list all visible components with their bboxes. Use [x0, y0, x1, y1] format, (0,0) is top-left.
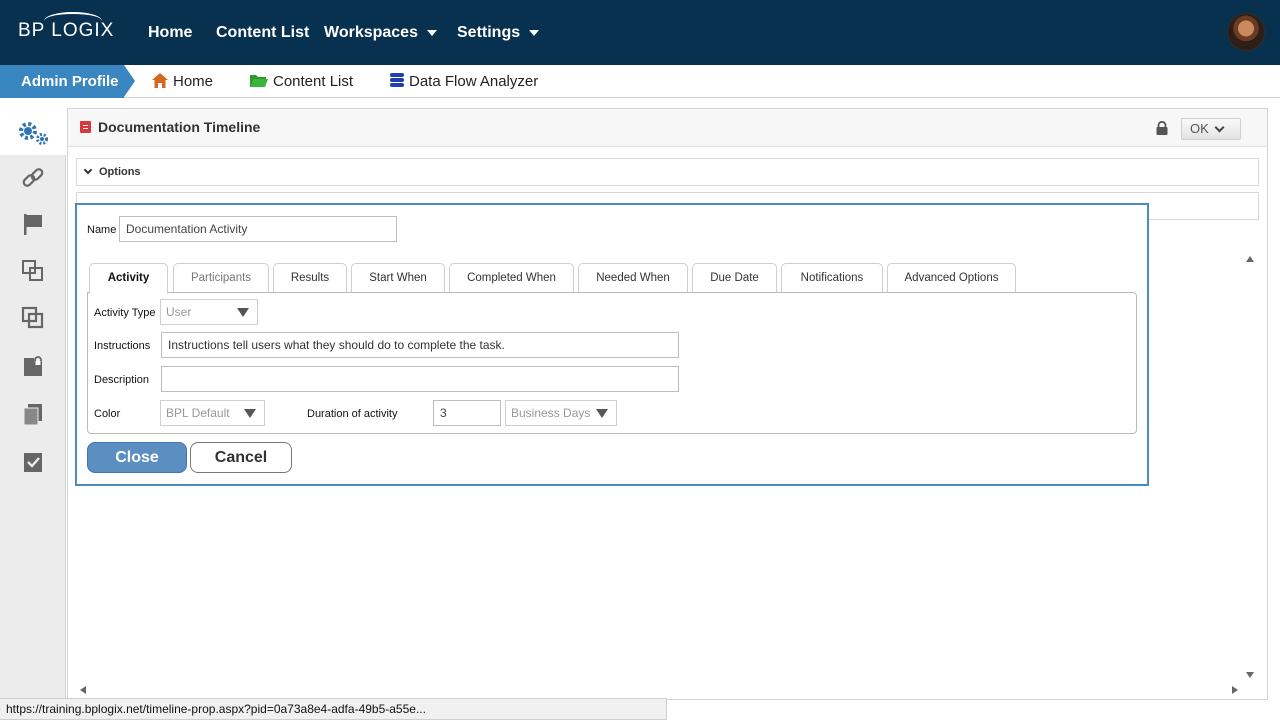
instructions-input[interactable]: Instructions tell users what they should…	[161, 332, 679, 358]
tab-activity[interactable]: Activity	[89, 263, 168, 294]
tab-start-when[interactable]: Start When	[351, 263, 445, 293]
breadcrumb-admin-label: Admin Profile	[21, 73, 119, 90]
bplogix-logo[interactable]: BP LOGIX	[18, 12, 114, 42]
breadcrumb-home-label: Home	[173, 73, 214, 90]
link-icon[interactable]	[21, 166, 45, 190]
duration-label: Duration of activity	[307, 408, 398, 420]
tab-advanced-options[interactable]: Advanced Options	[887, 263, 1016, 293]
dropdown-arrow-icon	[596, 409, 608, 418]
user-avatar[interactable]	[1227, 13, 1265, 51]
tab-advanced-options-label: Advanced Options	[904, 272, 999, 284]
dropdown-arrow-icon	[237, 308, 249, 317]
scroll-right-arrow[interactable]	[1232, 686, 1238, 694]
chevron-down-icon	[529, 29, 540, 36]
gears-icon[interactable]	[16, 119, 50, 147]
logo-swoosh	[44, 12, 102, 30]
top-nav: BP LOGIX Home Content List Workspaces Se…	[0, 0, 1280, 65]
scroll-left-arrow[interactable]	[80, 686, 86, 694]
folder-icon	[250, 74, 268, 87]
breadcrumb-content-list-label: Content List	[273, 73, 354, 90]
tab-results[interactable]: Results	[273, 263, 347, 293]
nav-home[interactable]: Home	[148, 24, 192, 42]
database-icon	[390, 73, 404, 88]
tab-notifications[interactable]: Notifications	[781, 263, 883, 293]
document-icon	[80, 121, 91, 133]
nav-home-label: Home	[148, 24, 193, 41]
activity-type-select[interactable]: User	[160, 299, 258, 325]
home-icon	[152, 72, 168, 88]
tab-start-when-label: Start When	[369, 272, 427, 284]
duration-unit-value: Business Days	[511, 406, 591, 420]
nav-workspaces-label: Workspaces	[324, 24, 418, 41]
overlap-icon[interactable]	[21, 306, 45, 330]
accordion-options[interactable]: Options	[76, 158, 1259, 186]
ok-dropdown-button[interactable]: OK	[1181, 118, 1241, 140]
nav-settings[interactable]: Settings	[457, 24, 540, 42]
chevron-down-icon	[426, 29, 437, 36]
name-input[interactable]: Documentation Activity	[119, 216, 397, 242]
nav-settings-label: Settings	[457, 24, 521, 41]
documents-icon[interactable]	[21, 402, 45, 426]
checklist-icon[interactable]	[21, 450, 45, 474]
panel-title: Documentation Timeline	[98, 119, 261, 135]
duration-unit-select[interactable]: Business Days	[505, 400, 617, 426]
breadcrumb: Admin Profile Home Content List Data Flo…	[0, 65, 1280, 98]
activity-tab-panel: Activity Type User Instructions Instruct…	[87, 292, 1137, 434]
scroll-up-arrow[interactable]	[1246, 256, 1254, 262]
status-url: https://training.bplogix.net/timeline-pr…	[6, 702, 426, 716]
tab-due-date-label: Due Date	[710, 272, 759, 284]
tab-completed-when[interactable]: Completed When	[449, 263, 574, 293]
breadcrumb-data-flow-label: Data Flow Analyzer	[409, 73, 539, 90]
color-label: Color	[94, 408, 121, 420]
tab-needed-when[interactable]: Needed When	[578, 263, 688, 293]
panel-header: Documentation Timeline OK	[68, 109, 1267, 147]
accordion-options-label: Options	[99, 166, 141, 178]
color-value: BPL Default	[166, 406, 230, 420]
instructions-label: Instructions	[94, 340, 151, 352]
tab-completed-when-label: Completed When	[467, 272, 556, 284]
color-select[interactable]: BPL Default	[160, 400, 265, 426]
close-button[interactable]: Close	[87, 442, 187, 473]
tab-results-label: Results	[290, 272, 330, 284]
tab-participants[interactable]: Participants	[173, 263, 269, 293]
nav-workspaces[interactable]: Workspaces	[324, 24, 437, 42]
left-sidebar	[0, 108, 66, 720]
chevron-down-icon	[83, 165, 93, 175]
breadcrumb-data-flow-analyzer[interactable]: Data Flow Analyzer	[389, 65, 538, 98]
lock-icon[interactable]	[1156, 121, 1168, 135]
browser-status-bar: https://training.bplogix.net/timeline-pr…	[0, 698, 667, 720]
description-label: Description	[94, 374, 150, 386]
name-label: Name	[87, 224, 117, 236]
tab-needed-when-label: Needed When	[596, 272, 670, 284]
activity-type-label: Activity Type	[94, 307, 156, 319]
tab-due-date[interactable]: Due Date	[692, 263, 777, 293]
nav-content-list-label: Content List	[216, 24, 310, 41]
activity-type-value: User	[166, 305, 192, 319]
flag-icon[interactable]	[21, 212, 45, 236]
duration-input[interactable]: 3	[433, 400, 501, 426]
breadcrumb-content-list[interactable]: Content List	[249, 65, 353, 98]
breadcrumb-admin-profile[interactable]: Admin Profile	[0, 65, 135, 98]
copy-icon[interactable]	[21, 259, 45, 283]
nav-content-list[interactable]: Content List	[216, 24, 309, 42]
cancel-button[interactable]: Cancel	[190, 442, 292, 473]
description-input[interactable]	[161, 366, 679, 392]
tab-activity-label: Activity	[107, 272, 150, 284]
ok-label: OK	[1190, 121, 1209, 136]
scroll-down-arrow[interactable]	[1246, 672, 1254, 678]
dropdown-arrow-icon	[244, 409, 256, 418]
cancel-button-label: Cancel	[214, 449, 268, 466]
tab-notifications-label: Notifications	[800, 272, 864, 284]
breadcrumb-home[interactable]: Home	[151, 65, 213, 98]
activity-dialog: Name Documentation Activity Activity Par…	[75, 203, 1149, 486]
locked-file-icon[interactable]	[21, 354, 45, 378]
close-button-label: Close	[115, 449, 159, 466]
chevron-down-icon	[1214, 122, 1225, 133]
tab-participants-label: Participants	[190, 272, 252, 284]
